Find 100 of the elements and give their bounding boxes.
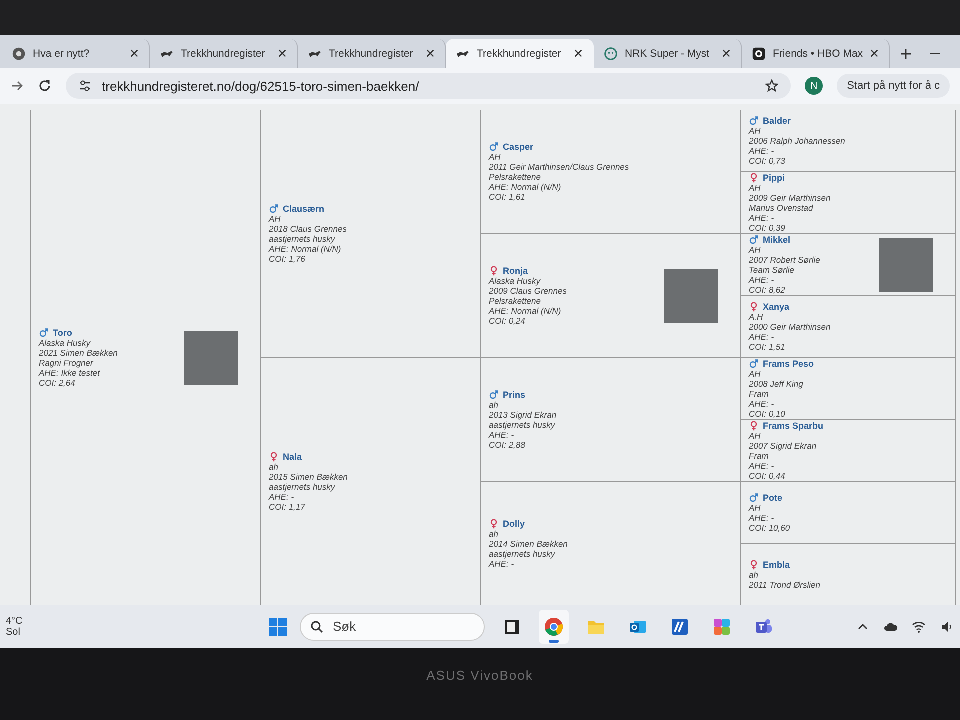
dog-info-text: AHE: - bbox=[749, 146, 774, 156]
male-icon bbox=[489, 142, 499, 152]
dog-name-link[interactable]: Xanya bbox=[763, 302, 790, 312]
record-icon bbox=[752, 46, 766, 60]
dog-info-text: COI: 2,64 bbox=[39, 378, 76, 388]
close-icon[interactable] bbox=[870, 49, 880, 58]
new-tab-icon[interactable] bbox=[900, 48, 912, 60]
dog-name-link[interactable]: Frams Sparbu bbox=[763, 420, 824, 430]
windows-start-icon[interactable] bbox=[268, 616, 288, 636]
male-icon bbox=[749, 358, 759, 368]
dog-name-link[interactable]: Balder bbox=[763, 116, 792, 126]
dog-info-text: 2018 Claus Grennes bbox=[269, 224, 347, 234]
grid-app-icon[interactable] bbox=[712, 616, 732, 636]
dog-name-link[interactable]: Pippi bbox=[763, 172, 785, 182]
dog-name-link[interactable]: Pote bbox=[763, 492, 783, 502]
search-icon bbox=[310, 620, 324, 634]
dog-info-text: 2007 Sigrid Ekran bbox=[749, 440, 818, 450]
dog-info-text: COI: 2,88 bbox=[489, 440, 526, 450]
dog-info-text: Alaska Husky bbox=[39, 338, 92, 348]
dog-info-text: COI: 0,39 bbox=[749, 222, 786, 232]
dog-info-text: Pelsrakettene bbox=[489, 172, 542, 182]
close-icon[interactable] bbox=[278, 49, 287, 58]
female-icon bbox=[269, 452, 279, 462]
dog-info-text: AH bbox=[749, 502, 762, 512]
close-icon[interactable] bbox=[426, 49, 435, 58]
dog-name-link[interactable]: Nala bbox=[283, 452, 302, 462]
browser-tab[interactable]: Trekkhundregister bbox=[446, 39, 594, 68]
dog-name-link[interactable]: Prins bbox=[503, 390, 526, 400]
dog-name-link[interactable]: Casper bbox=[503, 142, 534, 152]
restart-button[interactable]: Start på nytt for å c bbox=[837, 74, 950, 98]
dog-info-text: A.H bbox=[749, 312, 764, 322]
bookmark-star-icon[interactable] bbox=[765, 79, 780, 93]
dog-info-text: COI: 1,51 bbox=[749, 342, 786, 352]
speaker-icon[interactable] bbox=[940, 620, 954, 634]
dog-info-text: 2008 Jeff King bbox=[749, 378, 804, 388]
dog-name-link[interactable]: Toro bbox=[53, 328, 72, 338]
chrome-icon[interactable] bbox=[544, 616, 564, 636]
dog-info-text: 2007 Robert Sørlie bbox=[749, 254, 820, 264]
female-icon bbox=[749, 560, 759, 570]
dog-info-text: aastjernets husky bbox=[489, 548, 556, 558]
dog-info-text: AHE: Normal (N/N) bbox=[269, 244, 342, 254]
site-settings-icon[interactable] bbox=[78, 79, 92, 93]
dog-info-text: AHE: - bbox=[749, 460, 776, 470]
profile-avatar[interactable]: N bbox=[805, 77, 824, 95]
dog-info-text: Alaska Husky bbox=[489, 276, 542, 286]
female-icon bbox=[749, 172, 759, 182]
dog-info-text: 2009 Claus Grennes bbox=[489, 286, 567, 296]
dog-info-text: AHE: - bbox=[749, 398, 776, 408]
dog-info-text: 2014 Simen Bækken bbox=[489, 538, 568, 548]
minimize-icon[interactable] bbox=[930, 53, 940, 55]
dog-info-text: AHE: Ikke testet bbox=[39, 368, 102, 378]
male-icon bbox=[39, 328, 49, 338]
temperature-text: 4°C bbox=[6, 616, 24, 626]
document-icon[interactable] bbox=[670, 616, 690, 636]
male-icon bbox=[489, 390, 499, 400]
dog-info-text: COI: 1,61 bbox=[489, 192, 526, 202]
address-bar[interactable]: trekkhundregisteret.no/dog/62515-toro-simen-baekken/ bbox=[66, 73, 792, 99]
smiley-icon bbox=[604, 46, 618, 60]
close-icon[interactable] bbox=[574, 49, 583, 58]
dog-info-text: COI: 0,73 bbox=[749, 156, 786, 166]
dog-info-text: AH bbox=[489, 152, 502, 162]
dog-name-link[interactable]: Frams Peso bbox=[763, 358, 814, 368]
wifi-icon[interactable] bbox=[912, 620, 926, 634]
dog-info-text: COI: 10,60 bbox=[749, 522, 790, 532]
dog-info-text: 2021 Simen Bækken bbox=[39, 348, 118, 358]
forward-icon[interactable] bbox=[10, 79, 24, 93]
dog-name-link[interactable]: Dolly bbox=[503, 518, 526, 528]
dog-info-text: ah bbox=[489, 400, 500, 410]
reload-icon[interactable] bbox=[38, 79, 52, 93]
dog-info-text: ah bbox=[269, 462, 280, 472]
dog-info-text: AH bbox=[749, 244, 762, 254]
dog-info-text: Pelsrakettene bbox=[489, 296, 542, 306]
dog-info-text: 2000 Geir Marthinsen bbox=[749, 322, 831, 332]
dog-info-text: AH bbox=[269, 214, 282, 224]
dog-info-text: AHE: - bbox=[269, 492, 294, 502]
dog-info-text: COI: 0,10 bbox=[749, 408, 786, 418]
male-icon bbox=[269, 204, 279, 214]
dog-info-text: AHE: - bbox=[749, 332, 776, 342]
dog-info-text: AH bbox=[749, 182, 762, 192]
search-field[interactable]: Søk bbox=[300, 612, 485, 640]
dog-info-text: AHE: - bbox=[749, 512, 776, 522]
dog-info-text: 2011 Trond Ørslien bbox=[749, 580, 820, 590]
laptop-brand-label: ASUS VivoBook bbox=[426, 668, 534, 685]
dog-info-text: AHE: - bbox=[489, 558, 514, 568]
dog-info-text: aastjernets husky bbox=[489, 420, 556, 430]
dog-info-text: Fram bbox=[749, 450, 770, 460]
weather-condition-text: Sol bbox=[6, 626, 22, 638]
dog-name-link[interactable]: Clausærn bbox=[283, 204, 325, 214]
close-icon[interactable] bbox=[130, 49, 139, 58]
male-icon bbox=[749, 234, 759, 244]
dog-name-link[interactable]: Embla bbox=[763, 560, 790, 570]
dog-info-text: 2013 Sigrid Ekran bbox=[489, 410, 557, 420]
dog-name-link[interactable]: Ronja bbox=[503, 266, 528, 276]
chrome-icon bbox=[12, 46, 26, 60]
dog-info-text: AH bbox=[749, 368, 762, 378]
female-icon bbox=[749, 420, 759, 430]
dog-info-text: Marius Ovenstad bbox=[749, 202, 814, 212]
female-icon bbox=[489, 266, 499, 276]
close-icon[interactable] bbox=[722, 49, 731, 58]
dog-name-link[interactable]: Mikkel bbox=[763, 234, 791, 244]
